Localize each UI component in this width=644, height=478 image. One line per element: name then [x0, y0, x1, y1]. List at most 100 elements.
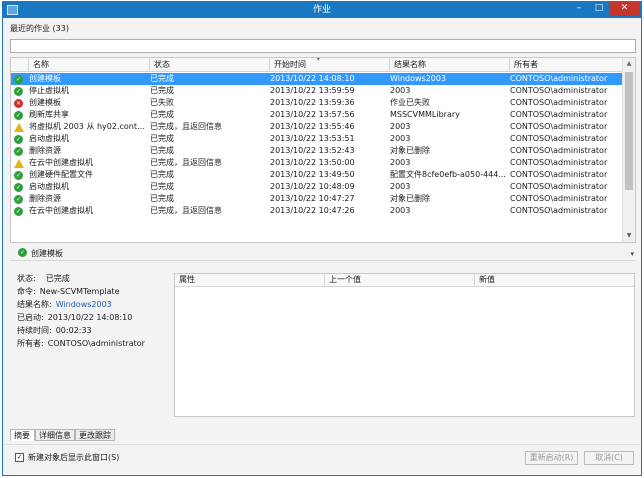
show-window-option[interactable]: ✓ 新建对象后显示此窗口(S) [15, 452, 119, 464]
summary-owner-label: 所有者: [17, 339, 44, 348]
row-status: 已完成，且返回信息 [150, 122, 222, 131]
row-owner: CONTOSO\administrator [510, 110, 608, 119]
minimize-button[interactable]: – [569, 2, 589, 16]
completed-icon: ✓ [14, 182, 23, 192]
job-summary: 状态: 已完成 命令: New-SCVMTemplate 结果名称: Windows2… [17, 272, 172, 350]
completed-icon: ✓ [14, 110, 23, 120]
show-window-checkbox[interactable]: ✓ [15, 453, 24, 462]
column-header-previous-value[interactable]: 上一个值 [325, 274, 475, 287]
tab-details[interactable]: 详细信息 [35, 429, 75, 441]
column-header-property[interactable]: 属性 [175, 274, 325, 287]
row-status: 已完成 [150, 182, 174, 191]
row-owner: CONTOSO\administrator [510, 86, 608, 95]
tab-change-tracking[interactable]: 更改跟踪 [75, 429, 115, 441]
table-row[interactable]: ✓ 启动虚拟机 已完成 2013/10/22 13:53:51 2003 CONTOSO\… [11, 133, 623, 145]
summary-duration: 持续时间: 00:02:33 [17, 324, 172, 337]
table-row[interactable]: ✕ 创建模板 已失败 2013/10/22 13:59:36 作业已失败 CONTOSO\… [11, 97, 623, 109]
restart-button[interactable]: 重新启动(R) [525, 451, 578, 465]
scrollbar-thumb[interactable] [625, 72, 633, 190]
window-title: 作业 [312, 5, 331, 15]
row-status-icon-cell: ✓ [14, 181, 24, 193]
row-status-icon-cell: ✓ [14, 169, 24, 181]
table-row[interactable]: ✓ 启动虚拟机 已完成 2013/10/22 10:48:09 2003 CONTOSO\… [11, 181, 623, 193]
table-row[interactable]: ✓ 创建硬件配置文件 已完成 2013/10/22 13:49:50 配置文件8cfe0… [11, 169, 623, 181]
row-status: 已完成 [150, 74, 174, 83]
recent-jobs-label: 最近的作业 (33) [10, 24, 69, 33]
table-row[interactable]: ✓ 刷新库共享 已完成 2013/10/22 13:57:56 MSSCVMMLibra… [11, 109, 623, 121]
scroll-down-icon[interactable]: ▼ [623, 230, 635, 242]
row-name: 创建硬件配置文件 [29, 170, 93, 179]
row-status-icon-cell: ✓ [14, 73, 24, 85]
footer-divider [3, 444, 641, 445]
row-status-icon-cell: ✓ [14, 145, 24, 157]
row-status: 已完成 [150, 134, 174, 143]
summary-command: 命令: New-SCVMTemplate [17, 285, 172, 298]
row-result-name: 2003 [390, 206, 411, 215]
header-icon-column[interactable] [11, 58, 29, 72]
table-row[interactable]: ✓ 停止虚拟机 已完成 2013/10/22 13:59:59 2003 CONTOSO\… [11, 85, 623, 97]
change-tracking-table: 属性 上一个值 新值 [174, 273, 635, 417]
table-row[interactable]: ✓ 创建模板 已完成 2013/10/22 14:08:10 Windows2003 CO… [11, 73, 623, 85]
row-result-name: 配置文件8cfe0efb-a050-444... [390, 170, 506, 179]
row-name: 创建模板 [29, 98, 61, 107]
row-status: 已完成 [150, 110, 174, 119]
completed-icon: ✓ [14, 170, 23, 180]
row-status-icon-cell: ✓ [14, 193, 24, 205]
table-row[interactable]: 将虚拟机 2003 从 hy02.conto... 已完成，且返回信息 2013/1… [11, 121, 623, 133]
column-header-name[interactable]: 名称 [29, 58, 150, 72]
table-row[interactable]: ✓ 在云中创建虚拟机 已完成，且返回信息 2013/10/22 10:47:26 200… [11, 205, 623, 217]
column-header-status[interactable]: 状态 [150, 58, 270, 72]
cancel-button[interactable]: 取消(C) [584, 451, 634, 465]
summary-status-value: 已完成 [45, 274, 70, 283]
title-bar[interactable]: 作业 – □ ✕ [3, 2, 641, 18]
jobs-window: 作业 – □ ✕ 最近的作业 (33) 名称 状态 开始时间 ▼ 结果名称 所有… [2, 1, 642, 476]
table-row[interactable]: 在云中创建虚拟机 已完成，且返回信息 2013/10/22 13:50:00 2003… [11, 157, 623, 169]
scroll-up-icon[interactable]: ▲ [623, 58, 635, 70]
column-header-result-name[interactable]: 结果名称 [390, 58, 510, 72]
collapse-chevron-icon[interactable]: ▾ [630, 247, 634, 261]
column-header-new-value[interactable]: 新值 [475, 274, 634, 287]
summary-result-label: 结果名称: [17, 300, 52, 309]
summary-owner-value: CONTOSO\administrator [47, 339, 145, 348]
grid-header: 名称 状态 开始时间 ▼ 结果名称 所有者 [11, 58, 623, 72]
row-status-icon-cell: ✓ [14, 205, 24, 217]
row-name: 删除资源 [29, 146, 61, 155]
change-table-header: 属性 上一个值 新值 [175, 274, 634, 287]
row-name: 将虚拟机 2003 从 hy02.conto... [29, 122, 146, 131]
summary-duration-value: 00:02:33 [55, 326, 92, 335]
close-button[interactable]: ✕ [609, 2, 640, 16]
row-status-icon-cell: ✓ [14, 85, 24, 97]
row-start-time: 2013/10/22 13:59:36 [270, 98, 355, 107]
summary-command-value: New-SCVMTemplate [39, 287, 120, 296]
row-start-time: 2013/10/22 14:08:10 [270, 74, 355, 83]
summary-started-value: 2013/10/22 14:08:10 [47, 313, 133, 322]
completed-icon: ✓ [14, 134, 23, 144]
row-result-name: Windows2003 [390, 74, 447, 83]
row-owner: CONTOSO\administrator [510, 98, 608, 107]
jobs-grid: 名称 状态 开始时间 ▼ 结果名称 所有者 ✓ 创建模板 已完成 2013/10/22… [10, 57, 636, 243]
tab-summary[interactable]: 摘要 [10, 429, 35, 441]
row-status-icon-cell [14, 157, 24, 169]
row-result-name: 2003 [390, 122, 411, 131]
row-owner: CONTOSO\administrator [510, 194, 608, 203]
table-row[interactable]: ✓ 删除资源 已完成 2013/10/22 10:47:27 对象已删除 CONTOSO\… [11, 193, 623, 205]
row-status-icon-cell: ✓ [14, 109, 24, 121]
row-owner: CONTOSO\administrator [510, 122, 608, 131]
summary-result-link[interactable]: Windows2003 [56, 298, 112, 311]
maximize-button[interactable]: □ [589, 2, 609, 16]
search-input[interactable] [11, 40, 635, 52]
row-start-time: 2013/10/22 13:57:56 [270, 110, 355, 119]
warning-icon [14, 158, 24, 168]
column-header-start-time[interactable]: 开始时间 [270, 58, 390, 72]
column-header-owner[interactable]: 所有者 [510, 58, 623, 72]
row-status: 已失败 [150, 98, 174, 107]
row-result-name: 2003 [390, 134, 411, 143]
row-start-time: 2013/10/22 13:49:50 [270, 170, 355, 179]
completed-icon: ✓ [18, 248, 27, 257]
table-row[interactable]: ✓ 删除资源 已完成 2013/10/22 13:52:43 对象已删除 CONTOSO\… [11, 145, 623, 157]
search-box[interactable] [10, 39, 636, 53]
row-result-name: 作业已失败 [390, 98, 430, 107]
row-result-name: 对象已删除 [390, 146, 430, 155]
vertical-scrollbar[interactable]: ▲ ▼ [622, 58, 635, 242]
row-status: 已完成 [150, 170, 174, 179]
